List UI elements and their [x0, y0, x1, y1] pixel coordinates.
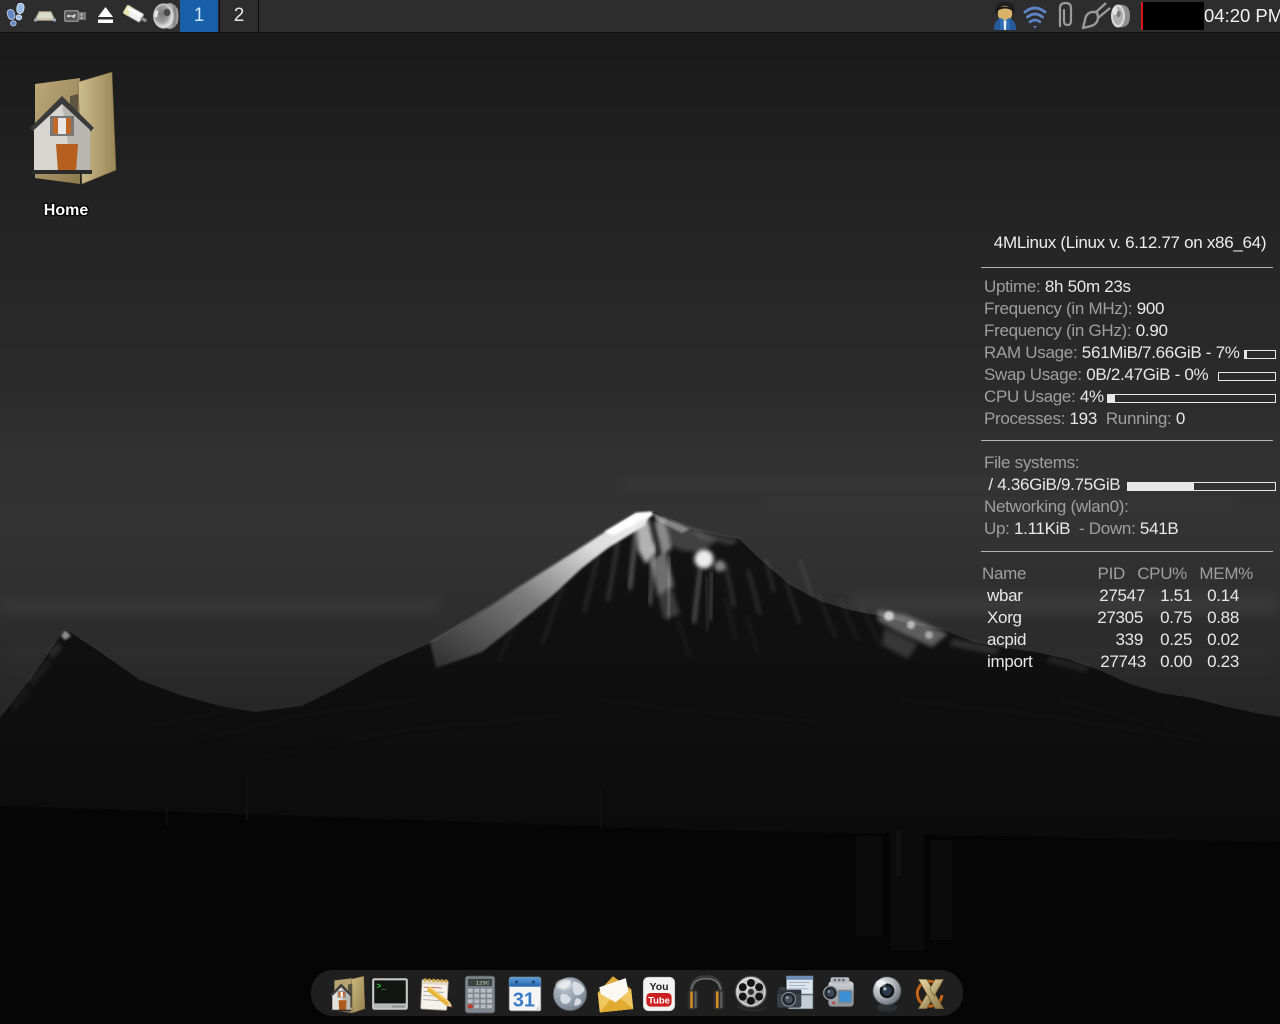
svg-text:You: You [649, 981, 668, 993]
svg-text:>_: >_ [376, 982, 387, 992]
svg-text:Tube: Tube [648, 995, 670, 1006]
svg-text:31: 31 [513, 990, 535, 1012]
svg-text:125C: 125C [476, 980, 490, 987]
